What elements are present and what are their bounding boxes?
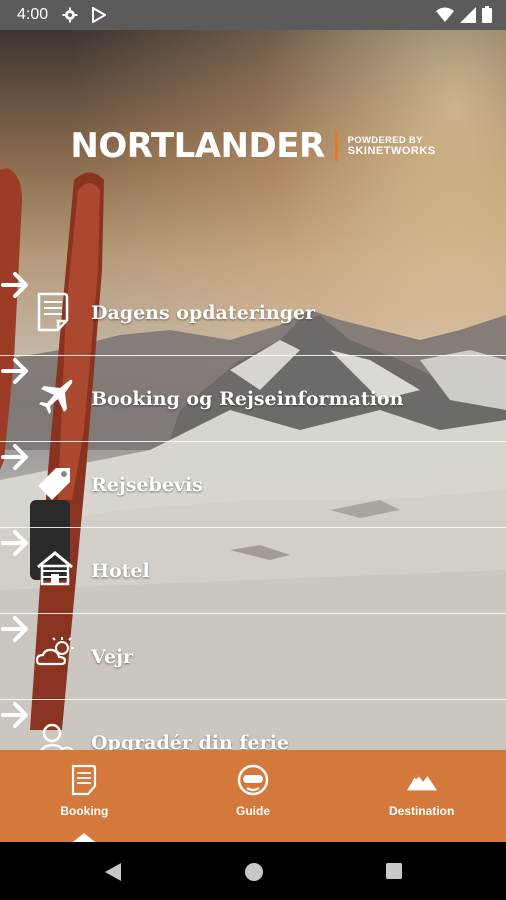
document-icon: [36, 292, 78, 334]
menu-item-opgrader-din-ferie[interactable]: Opgradér din ferie: [0, 700, 506, 750]
logo-wordmark: NORTLANDER: [70, 126, 325, 166]
logo-powered-by: POWDERED BY SKINETWORKS: [348, 135, 436, 157]
signal-icon: [460, 6, 476, 28]
tab-label: Guide: [236, 804, 271, 818]
back-icon[interactable]: [104, 862, 122, 882]
mountain-icon: [406, 764, 438, 796]
home-icon[interactable]: [244, 862, 264, 882]
arrow-right-icon: [1, 530, 28, 556]
active-tab-indicator: [73, 833, 96, 842]
user-add-icon: [36, 722, 78, 750]
status-bar: 4:00: [0, 0, 506, 30]
menu-item-vejr[interactable]: Vejr: [0, 614, 506, 700]
arrow-right-icon: [1, 444, 28, 470]
menu-item-booking-og-rejseinformation[interactable]: Booking og Rejseinformation: [0, 356, 506, 442]
arrow-right-icon: [1, 702, 28, 728]
tag-icon: [36, 464, 78, 506]
house-icon: [36, 550, 78, 592]
weather-icon: [36, 636, 78, 678]
arrow-right-icon: [1, 272, 28, 298]
bottom-navigation: Booking Guide Destination: [0, 750, 506, 842]
menu-item-hotel[interactable]: Hotel: [0, 528, 506, 614]
tab-booking[interactable]: Booking: [0, 750, 169, 842]
tab-destination[interactable]: Destination: [337, 750, 506, 842]
menu-item-dagens-opdateringer[interactable]: Dagens opdateringer: [0, 270, 506, 356]
menu-item-label: Booking og Rejseinformation: [91, 387, 404, 410]
wifi-icon: [436, 7, 454, 28]
settings-icon: [62, 7, 78, 23]
document-icon: [68, 764, 100, 796]
arrow-right-icon: [1, 616, 28, 642]
tab-label: Destination: [389, 804, 455, 818]
arrow-right-icon: [1, 358, 28, 384]
background-scene: NORTLANDER POWDERED BY SKINETWORKS Dagen…: [0, 30, 506, 750]
tab-guide[interactable]: Guide: [169, 750, 338, 842]
logo-divider: [334, 131, 338, 161]
battery-icon: [482, 6, 492, 28]
tab-label: Booking: [60, 804, 109, 818]
main-menu: Dagens opdateringer Booking og Rejseinfo…: [0, 270, 506, 750]
recents-icon[interactable]: [385, 862, 403, 880]
skier-icon: [237, 764, 269, 796]
menu-item-label: Hotel: [91, 559, 150, 582]
play-store-icon: [92, 7, 107, 23]
brand-logo: NORTLANDER POWDERED BY SKINETWORKS: [0, 126, 506, 166]
powered-by-line2: SKINETWORKS: [347, 145, 436, 157]
menu-item-rejsebevis[interactable]: Rejsebevis: [0, 442, 506, 528]
system-navigation-bar: [0, 842, 506, 900]
menu-item-label: Vejr: [91, 645, 133, 668]
airplane-icon: [36, 378, 78, 420]
menu-item-label: Rejsebevis: [91, 473, 203, 496]
menu-item-label: Dagens opdateringer: [91, 301, 316, 324]
menu-item-label: Opgradér din ferie: [91, 731, 289, 751]
status-time: 4:00: [17, 6, 49, 23]
